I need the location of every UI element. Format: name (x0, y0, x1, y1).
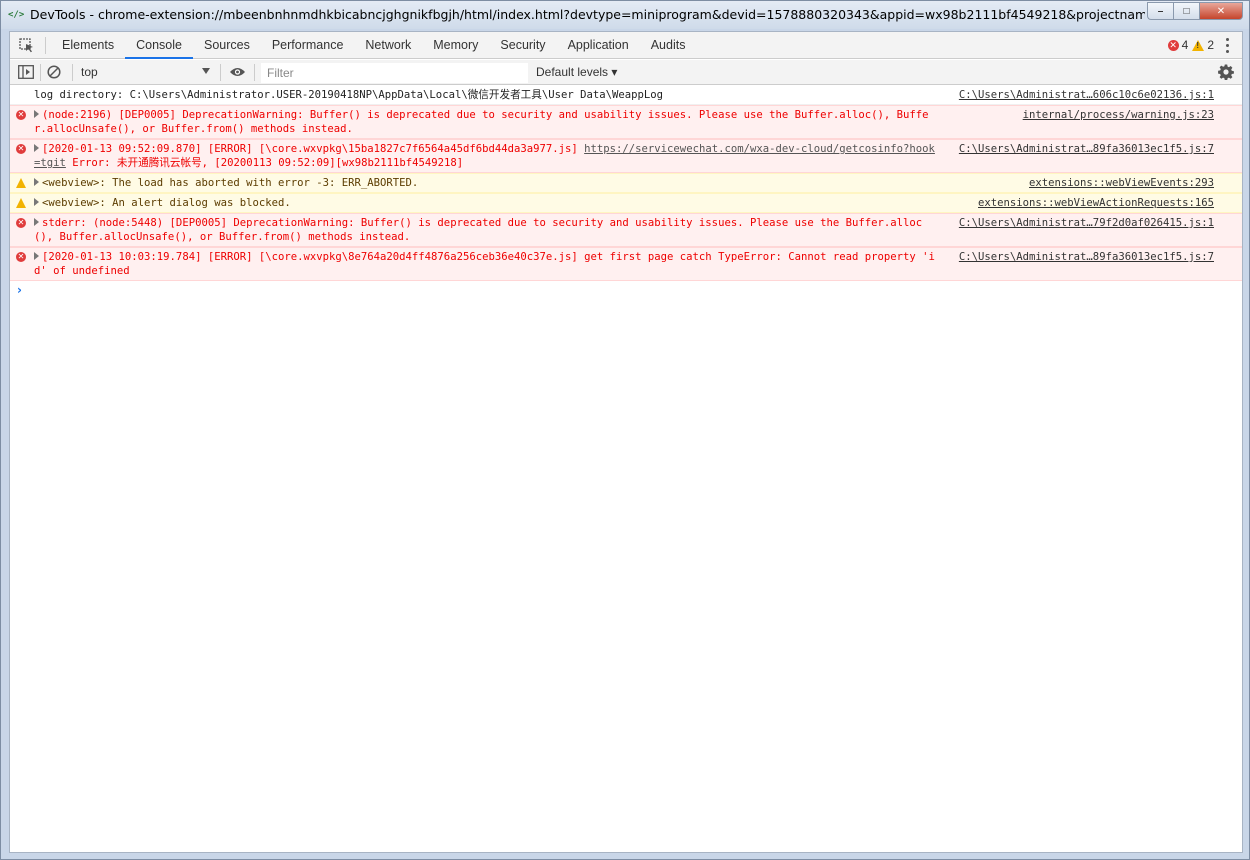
toolbar-separator (40, 64, 41, 81)
log-levels-dropdown[interactable]: Default levels ▾ (536, 65, 617, 79)
prompt-caret-icon: › (17, 283, 22, 297)
minimize-button[interactable]: – (1147, 2, 1173, 20)
tab-performance[interactable]: Performance (261, 32, 355, 59)
tab-network[interactable]: Network (354, 32, 422, 59)
more-options-icon[interactable] (1226, 38, 1230, 53)
inspect-element-icon[interactable] (19, 38, 34, 53)
console-message-error[interactable]: ✕ stderr: (node:5448) [DEP0005] Deprecati… (10, 213, 1242, 247)
devtools-app-icon: </> (8, 10, 25, 20)
expand-triangle-icon[interactable] (34, 198, 39, 206)
expand-triangle-icon[interactable] (34, 218, 39, 226)
console-message-error[interactable]: ✕ (node:2196) [DEP0005] DeprecationWarnin… (10, 105, 1242, 139)
title-bar[interactable]: </> DevTools - chrome-extension://mbeenb… (1, 1, 1249, 29)
console-toolbar: top Default levels ▾ (10, 60, 1242, 85)
toolbar-separator (72, 64, 73, 81)
message-source-link[interactable]: internal/process/warning.js:23 (1023, 108, 1214, 122)
tab-application[interactable]: Application (557, 32, 640, 59)
message-text-container: log directory: C:\Users\Administrator.US… (10, 86, 940, 104)
console-message-warning[interactable]: <webview>: An alert dialog was blocked. e… (10, 193, 1242, 213)
message-source-link[interactable]: C:\Users\Administrat…89fa36013ec1f5.js:7 (959, 142, 1214, 156)
tab-console[interactable]: Console (125, 32, 193, 59)
console-prompt[interactable]: › (10, 281, 1242, 301)
close-button[interactable]: ✕ (1199, 2, 1243, 20)
expand-triangle-icon[interactable] (34, 144, 39, 152)
expand-triangle-icon[interactable] (34, 178, 39, 186)
message-text: [2020-01-13 09:52:09.870] [ERROR] [\core… (42, 143, 585, 155)
error-icon: ✕ (16, 252, 26, 262)
live-expression-eye-icon[interactable] (229, 66, 246, 78)
window-controls: – □ ✕ (1147, 2, 1243, 20)
message-text-container: <webview>: The load has aborted with err… (10, 174, 940, 192)
issue-counters[interactable]: ✕ 4 ! 2 (1167, 38, 1218, 52)
message-text-container: <webview>: An alert dialog was blocked. (10, 194, 940, 212)
window-title: DevTools - chrome-extension://mbeenbnhnm… (30, 7, 1145, 22)
console-settings-gear-icon[interactable] (1218, 64, 1234, 80)
tab-sources[interactable]: Sources (193, 32, 261, 59)
tab-security[interactable]: Security (489, 32, 556, 59)
devtools-panel: Elements Console Sources Performance Network… (9, 31, 1243, 853)
message-text-container: [2020-01-13 10:03:19.784] [ERROR] [\core… (10, 248, 940, 280)
message-text: (node:2196) [DEP0005] DeprecationWarning… (34, 109, 929, 135)
tab-audits[interactable]: Audits (640, 32, 697, 59)
panel-tabs: Elements Console Sources Performance Network… (51, 32, 696, 59)
message-text: log directory: C:\Users\Administrator.US… (34, 89, 664, 101)
message-text: stderr: (node:5448) [DEP0005] Deprecatio… (34, 217, 923, 243)
toolbar-separator (254, 64, 255, 81)
context-dropdown-icon[interactable] (202, 68, 210, 74)
warning-icon (16, 178, 26, 188)
message-source-link[interactable]: C:\Users\Administrat…79f2d0af026415.js:1 (959, 216, 1214, 230)
context-selector[interactable]: top (81, 65, 211, 81)
expand-triangle-icon[interactable] (34, 252, 39, 260)
clear-console-icon[interactable] (47, 65, 61, 79)
panel-tab-bar: Elements Console Sources Performance Network… (10, 32, 1242, 59)
console-message-error[interactable]: ✕ [2020-01-13 10:03:19.784] [ERROR] [\cor… (10, 247, 1242, 281)
warning-count-icon: ! (1192, 39, 1205, 51)
message-source-link[interactable]: C:\Users\Administrat…89fa36013ec1f5.js:7 (959, 250, 1214, 264)
console-output[interactable]: log directory: C:\Users\Administrator.US… (10, 86, 1242, 852)
console-message-error[interactable]: ✕ [2020-01-13 09:52:09.870] [ERROR] [\cor… (10, 139, 1242, 173)
message-source-link[interactable]: extensions::webViewEvents:293 (1029, 176, 1214, 190)
console-message-warning[interactable]: <webview>: The load has aborted with err… (10, 173, 1242, 193)
tab-elements[interactable]: Elements (51, 32, 125, 59)
message-text: <webview>: An alert dialog was blocked. (42, 197, 291, 209)
expand-triangle-icon[interactable] (34, 110, 39, 118)
error-count: 4 (1181, 38, 1189, 52)
message-text-container: [2020-01-13 09:52:09.870] [ERROR] [\core… (10, 140, 940, 172)
devtools-window: </> DevTools - chrome-extension://mbeenb… (0, 0, 1250, 860)
message-text-container: stderr: (node:5448) [DEP0005] Deprecatio… (10, 214, 940, 246)
toolbar-separator (45, 37, 46, 54)
tab-memory[interactable]: Memory (422, 32, 489, 59)
show-sidebar-icon[interactable] (18, 65, 34, 79)
message-source-link[interactable]: C:\Users\Administrat…606c10c6e02136.js:1 (959, 88, 1214, 102)
message-text: <webview>: The load has aborted with err… (42, 177, 419, 189)
error-count-icon: ✕ (1167, 39, 1179, 51)
error-icon: ✕ (16, 218, 26, 228)
message-text-continued: Error: 未开通腾讯云帐号, [20200113 09:52:09][wx9… (65, 157, 464, 169)
toolbar-separator (220, 64, 221, 81)
warning-count: 2 (1207, 38, 1214, 52)
warning-icon (16, 198, 26, 208)
message-text-container: (node:2196) [DEP0005] DeprecationWarning… (10, 106, 940, 138)
message-text: [2020-01-13 10:03:19.784] [ERROR] [\core… (34, 251, 935, 277)
error-icon: ✕ (16, 110, 26, 120)
error-icon: ✕ (16, 144, 26, 154)
message-source-link[interactable]: extensions::webViewActionRequests:165 (978, 196, 1214, 210)
maximize-button[interactable]: □ (1173, 2, 1199, 20)
console-message-log[interactable]: log directory: C:\Users\Administrator.US… (10, 86, 1242, 105)
filter-input[interactable] (261, 63, 528, 83)
